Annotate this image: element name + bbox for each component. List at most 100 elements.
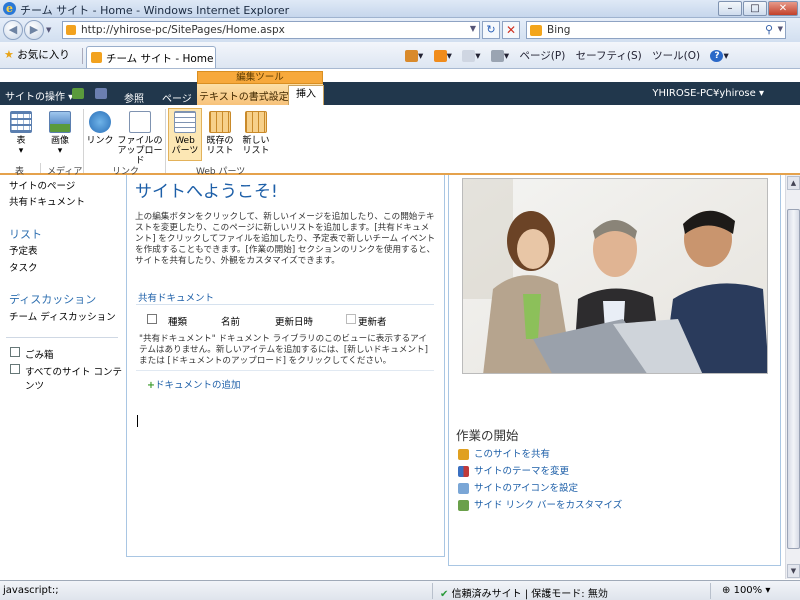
page-menu[interactable]: ページ(P)	[520, 48, 566, 63]
star-icon: ★	[4, 48, 14, 61]
insert-webpart-button[interactable]: Web パーツ	[170, 111, 200, 156]
scroll-thumb[interactable]	[787, 209, 800, 549]
scroll-down-icon[interactable]: ▼	[787, 564, 800, 578]
zoom-level: 100%	[733, 585, 763, 596]
nav-heading-discussions[interactable]: ディスカッション	[9, 291, 96, 307]
column-modified-by[interactable]: 更新者	[358, 314, 387, 328]
tab-format-text[interactable]: テキストの書式設定	[199, 88, 289, 103]
image-icon	[49, 111, 71, 133]
nav-site-pages[interactable]: サイトのページ	[9, 178, 75, 192]
new-list-button[interactable]: 新しい リスト	[240, 111, 272, 156]
change-theme-link[interactable]: サイトのテーマを変更	[458, 463, 569, 477]
address-row: ◀ ▶ ▼ http://yhirose-pc/SitePages/Home.a…	[0, 18, 800, 42]
chevron-down-icon: ▾	[18, 146, 24, 156]
doclib-title[interactable]: 共有ドキュメント	[138, 290, 214, 304]
search-options-icon[interactable]: ▼	[778, 25, 783, 33]
share-site-link[interactable]: このサイトを共有	[458, 446, 550, 460]
forward-button[interactable]: ▶	[24, 20, 44, 40]
quick-launch: サイトのページ 共有ドキュメント リスト 予定表 タスク ディスカッション チー…	[0, 175, 125, 565]
history-dropdown-icon[interactable]: ▼	[46, 26, 51, 34]
nav-calendar[interactable]: 予定表	[9, 243, 38, 257]
favorites-button[interactable]: ★ お気に入り	[4, 47, 70, 62]
safety-menu[interactable]: セーフティ(S)	[576, 48, 642, 63]
printer-icon	[490, 49, 504, 62]
customize-quicklaunch-link[interactable]: サイド リンク バーをカスタマイズ	[458, 497, 622, 511]
address-field[interactable]: http://yhirose-pc/SitePages/Home.aspx ▼	[62, 21, 480, 39]
minimize-button[interactable]: –	[718, 1, 742, 16]
user-menu[interactable]: YHIROSE-PC¥yhirose ▾	[652, 88, 764, 99]
divider	[83, 109, 84, 173]
chevron-down-icon[interactable]: ▼	[470, 24, 476, 33]
nav-all-site-content[interactable]: すべてのサイト コンテンツ	[25, 364, 125, 392]
share-icon	[458, 449, 469, 460]
back-button[interactable]: ◀	[3, 20, 23, 40]
rss-icon	[433, 49, 447, 62]
tab-browse[interactable]: 参照	[124, 90, 144, 105]
table-icon	[10, 111, 32, 133]
zoom-icon: ⊕	[722, 585, 731, 596]
feeds-button[interactable]: ▾	[433, 49, 452, 62]
refresh-button[interactable]: ↻	[482, 21, 500, 39]
nav-heading-lists[interactable]: リスト	[9, 226, 42, 242]
bing-logo-icon	[530, 25, 542, 36]
column-modified[interactable]: 更新日時	[275, 314, 313, 328]
select-all-checkbox[interactable]	[147, 314, 157, 324]
existing-list-button[interactable]: 既存の リスト	[204, 111, 236, 156]
browser-tab[interactable]: チーム サイト - Home	[86, 46, 216, 68]
tab-page[interactable]: ページ	[162, 90, 192, 105]
nav-shared-documents[interactable]: 共有ドキュメント	[9, 194, 85, 208]
help-icon: ?	[710, 49, 724, 62]
insert-link-button[interactable]: リンク	[86, 111, 114, 146]
divider	[40, 163, 41, 173]
existing-list-label-line1: 既存の	[206, 136, 234, 146]
add-document-link[interactable]: +ドキュメントの追加	[147, 377, 240, 391]
status-bar: javascript:; ✔ 信頼済みサイト | 保護モード: 無効 ⊕ 100…	[0, 580, 800, 600]
recycle-bin-icon	[10, 347, 20, 357]
webpart-label-line1: Web	[175, 136, 195, 146]
new-list-label-line1: 新しい	[242, 136, 270, 146]
insert-image-label: 画像	[50, 136, 69, 146]
help-button[interactable]: ? ▾	[710, 49, 729, 62]
tab-insert[interactable]: 挿入	[288, 85, 324, 105]
site-actions-menu[interactable]: サイトの操作 ▾	[5, 88, 73, 103]
insert-image-button[interactable]: 画像 ▾	[44, 111, 76, 156]
page-title: サイトへようこそ!	[135, 182, 278, 202]
edit-page-icon[interactable]	[95, 88, 107, 99]
scroll-up-icon[interactable]: ▲	[787, 176, 800, 190]
nav-recycle-bin[interactable]: ごみ箱	[25, 347, 54, 361]
nav-team-discussion[interactable]: チーム ディスカッション	[9, 309, 116, 323]
search-icon[interactable]: ⚲	[765, 23, 773, 36]
zoom-control[interactable]: ⊕ 100% ▾	[722, 585, 770, 596]
status-text: javascript:;	[3, 585, 59, 596]
stop-button[interactable]: ✕	[502, 21, 520, 39]
home-button[interactable]: ▾	[405, 49, 423, 62]
upload-label-line2: アップロード	[117, 146, 163, 166]
globe-link-icon	[89, 111, 111, 133]
tab-favicon-icon	[91, 52, 102, 63]
close-button[interactable]: ✕	[768, 1, 798, 16]
favorites-bar: ★ お気に入り チーム サイト - Home ▾ ▾ ▾ ▾ ページ(P) セー…	[0, 42, 800, 69]
site-image	[462, 178, 768, 374]
maximize-button[interactable]: □	[743, 1, 767, 16]
search-provider-label[interactable]: Bing	[547, 24, 570, 36]
existing-list-label-line2: リスト	[206, 146, 234, 156]
column-name[interactable]: 名前	[221, 314, 240, 328]
insert-table-button[interactable]: 表 ▾	[5, 111, 37, 156]
divider	[6, 337, 118, 338]
upload-file-button[interactable]: ファイルの アップロード	[117, 111, 163, 166]
set-icon-link[interactable]: サイトのアイコンを設定	[458, 480, 578, 494]
print-button[interactable]: ▾	[490, 49, 509, 62]
navigate-up-icon[interactable]	[72, 88, 84, 99]
mail-button[interactable]: ▾	[462, 49, 481, 62]
change-theme-label: サイトのテーマを変更	[474, 466, 570, 477]
column-type[interactable]: 種類	[168, 314, 187, 328]
url-text[interactable]: http://yhirose-pc/SitePages/Home.aspx	[81, 24, 285, 36]
nav-tasks[interactable]: タスク	[9, 260, 38, 274]
tools-menu[interactable]: ツール(O)	[652, 48, 700, 63]
text-cursor	[137, 415, 138, 427]
window-title: チーム サイト - Home - Windows Internet Explor…	[20, 4, 290, 17]
search-field[interactable]: Bing ⚲ ▼	[526, 21, 786, 39]
security-zone[interactable]: ✔ 信頼済みサイト | 保護モード: 無効	[440, 585, 608, 600]
vertical-scrollbar[interactable]: ▲ ▼	[785, 175, 800, 579]
divider	[165, 109, 166, 173]
